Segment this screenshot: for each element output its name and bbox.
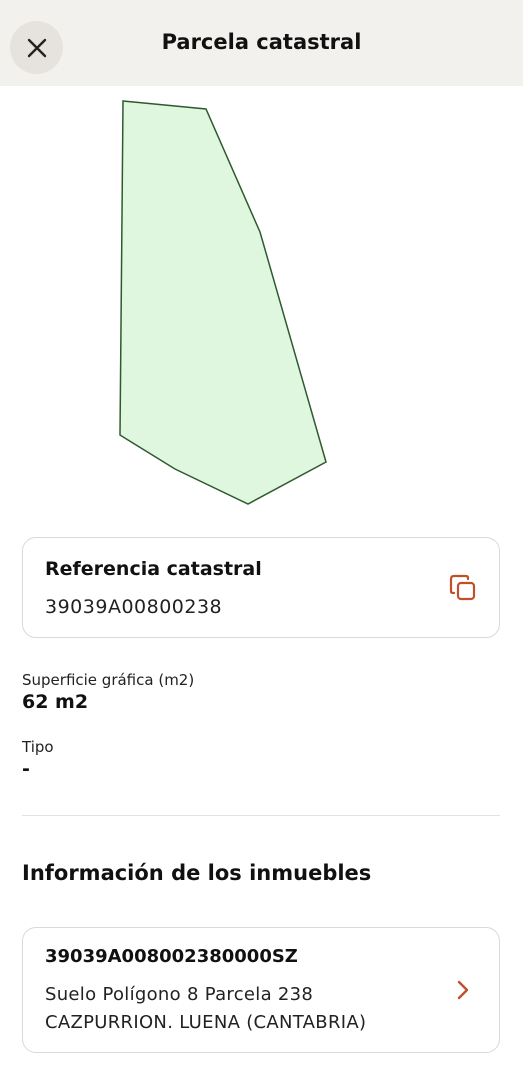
property-reference: 39039A008002380000SZ [45,946,298,967]
parcel-map[interactable] [0,86,523,526]
cadastral-reference-card: Referencia catastral 39039A00800238 [22,537,500,638]
type-value: - [22,758,30,780]
page-title: Parcela catastral [161,30,362,54]
surface-value: 62 m2 [22,691,89,713]
top-bar: Parcela catastral [0,0,523,86]
properties-section-title: Información de los inmuebles [22,861,372,885]
type-label: Tipo [22,738,54,756]
copy-icon [449,574,476,601]
property-location: CAZPURRION. LUENA (CANTABRIA) [45,1012,367,1033]
reference-value: 39039A00800238 [45,596,223,618]
surface-label: Superficie gráfica (m2) [22,671,195,689]
copy-button[interactable] [445,570,481,606]
parcel-shape [119,100,327,505]
property-card[interactable]: 39039A008002380000SZ Suelo Polígono 8 Pa… [22,927,500,1053]
reference-label: Referencia catastral [45,558,262,580]
property-description: Suelo Polígono 8 Parcela 238 [45,984,314,1005]
chevron-right-icon [457,980,469,1000]
divider [22,815,500,816]
